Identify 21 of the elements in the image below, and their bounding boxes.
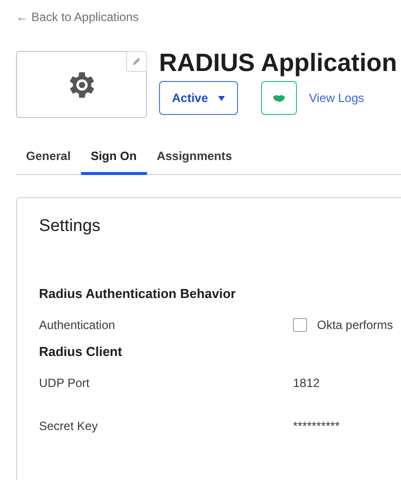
checkbox[interactable] bbox=[293, 318, 307, 332]
field-label: Authentication bbox=[39, 317, 116, 334]
field-value: 1812 bbox=[293, 375, 320, 392]
view-logs-link[interactable]: View Logs bbox=[309, 91, 364, 105]
checkbox-label: Okta performs bbox=[317, 317, 394, 334]
tab[interactable]: Sign On bbox=[80, 144, 147, 175]
back-link[interactable]: ← Back to Applications bbox=[16, 9, 139, 25]
field-label: UDP Port bbox=[39, 375, 90, 392]
card-title: Settings bbox=[39, 215, 102, 237]
section-heading: Radius Authentication Behavior bbox=[39, 285, 237, 303]
field-label: Secret Key bbox=[39, 418, 99, 435]
tab[interactable]: General bbox=[16, 144, 81, 175]
push-button[interactable] bbox=[261, 81, 297, 115]
field-value: ********** bbox=[293, 418, 340, 435]
pencil-icon bbox=[131, 56, 142, 67]
tab[interactable]: Assignments bbox=[146, 144, 242, 175]
status-dropdown[interactable]: Active bbox=[159, 81, 238, 115]
app-title: RADIUS Application bbox=[159, 48, 397, 78]
section-heading: Radius Client bbox=[39, 343, 124, 361]
caret-icon bbox=[218, 96, 226, 100]
edit-logo-button[interactable] bbox=[126, 51, 147, 72]
